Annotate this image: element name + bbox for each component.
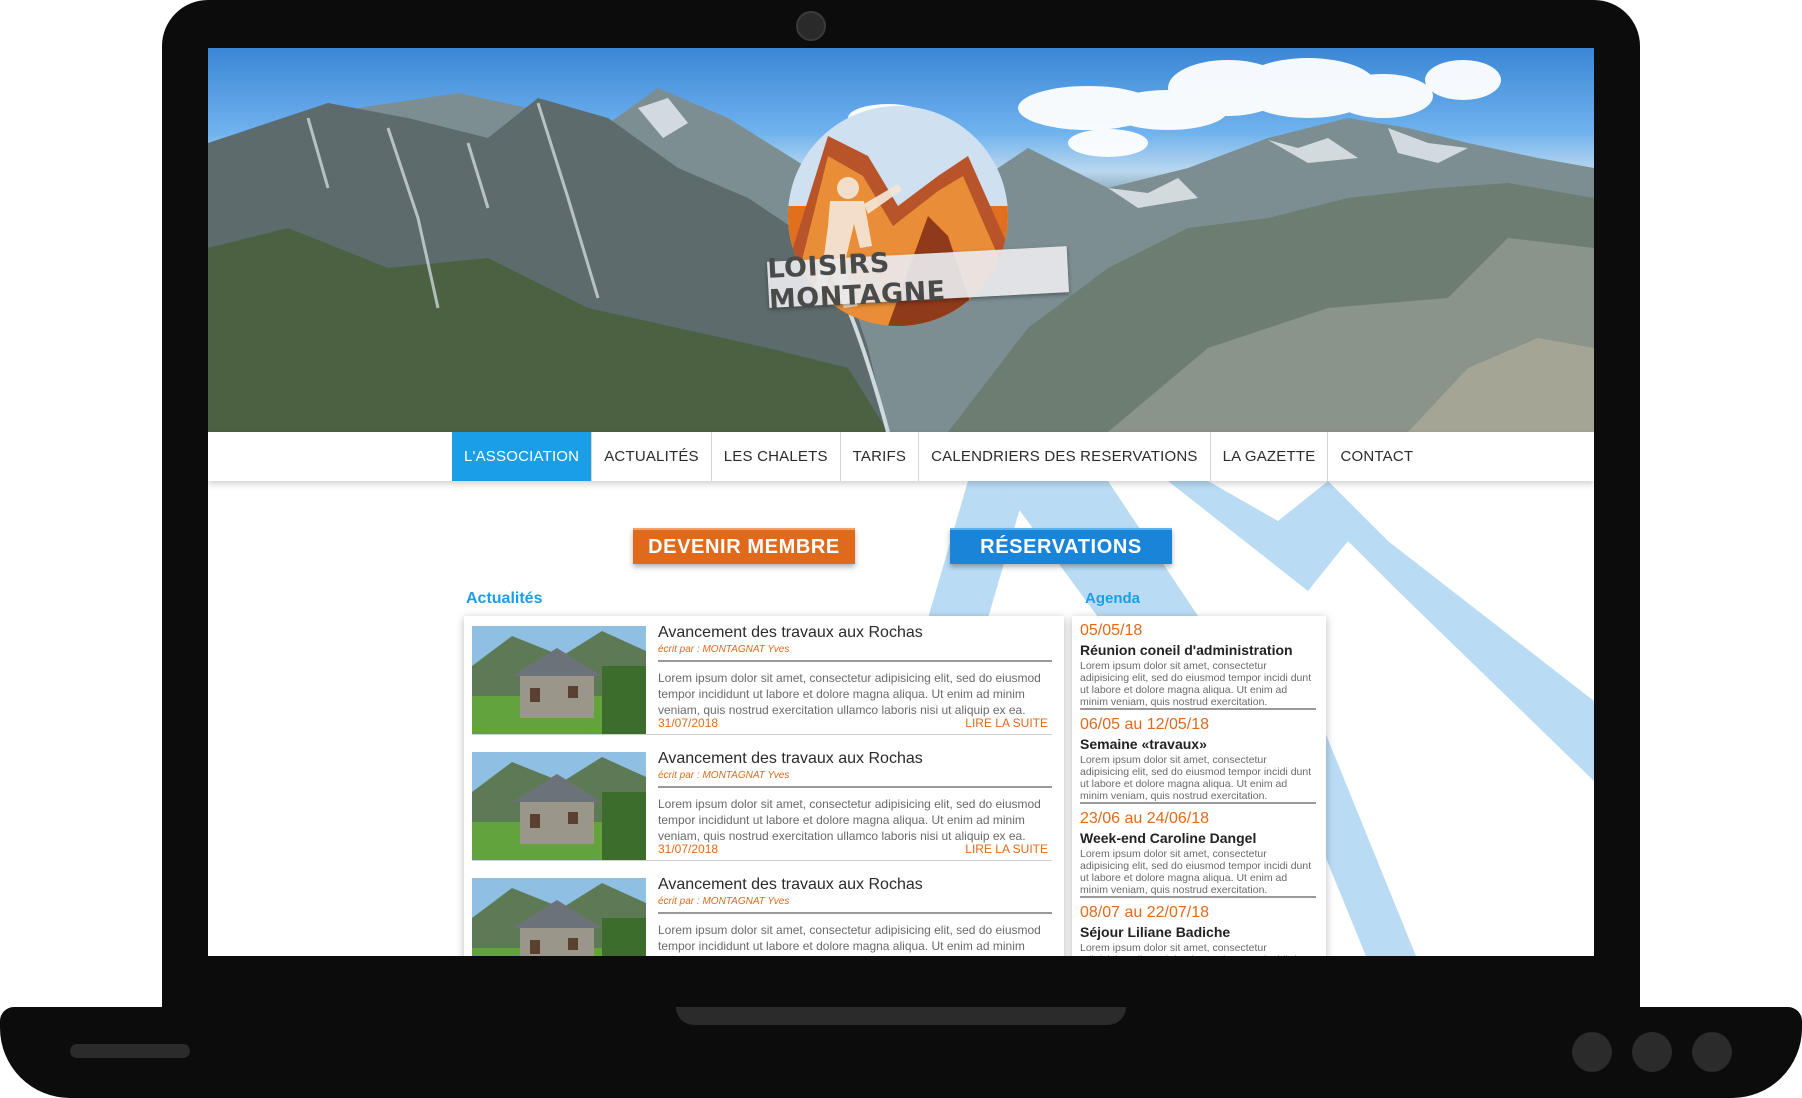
main-navigation: L'ASSOCIATION ACTUALITÉS LES CHALETS TAR… [208,432,1594,481]
agenda-item[interactable]: 23/06 au 24/06/18 Week-end Caroline Dang… [1080,810,1316,898]
nav-item-actualites[interactable]: ACTUALITÉS [592,432,712,481]
news-title[interactable]: Avancement des travaux aux Rochas [658,876,923,894]
news-panel: Avancement des travaux aux Rochas écrit … [464,616,1064,956]
read-more-link[interactable]: LIRE LA SUITE [965,842,1048,856]
nav-item-chalets[interactable]: LES CHALETS [712,432,841,481]
agenda-date: 08/07 au 22/07/18 [1080,904,1210,921]
agenda-description: Lorem ipsum dolor sit amet, consectetur … [1080,848,1312,896]
chalet-thumbnail[interactable] [472,752,646,860]
news-excerpt: Lorem ipsum dolor sit amet, consectetur … [658,923,1041,953]
nav-item-association[interactable]: L'ASSOCIATION [452,432,593,481]
agenda-item[interactable]: 08/07 au 22/07/18 Séjour Liliane Badiche… [1080,904,1316,956]
news-title[interactable]: Avancement des travaux aux Rochas [658,750,923,768]
chalet-thumbnail[interactable] [472,878,646,956]
become-member-button[interactable]: DEVENIR MEMBRE [633,528,855,564]
chalet-image [472,878,646,956]
divider [658,912,1052,914]
news-author: écrit par : MONTAGNAT Yves [658,896,790,907]
agenda-date: 23/06 au 24/06/18 [1080,810,1210,827]
news-date: 31/07/2018 [658,716,719,730]
nav-menu: L'ASSOCIATION ACTUALITÉS LES CHALETS TAR… [452,432,1425,481]
laptop-slot [70,1044,190,1058]
chalet-image [472,626,646,734]
agenda-title[interactable]: Week-end Caroline Dangel [1080,830,1256,846]
hero-banner: LOISIRS MONTAGNE [208,48,1594,432]
divider [658,786,1052,788]
logo-banner: LOISIRS MONTAGNE [767,246,1069,316]
nav-item-contact[interactable]: CONTACT [1328,432,1425,481]
agenda-date: 05/05/18 [1080,622,1143,639]
agenda-panel: 05/05/18 Réunion coneil d'administration… [1072,616,1326,956]
news-author: écrit par : MONTAGNAT Yves [658,644,790,655]
agenda-date: 06/05 au 12/05/18 [1080,716,1210,733]
hiker-logo-icon [788,106,1008,326]
chalet-thumbnail[interactable] [472,626,646,734]
divider [658,660,1052,662]
agenda-section-title: Agenda [1085,590,1141,607]
nav-item-gazette[interactable]: LA GAZETTE [1211,432,1329,481]
laptop-port [1632,1032,1672,1072]
chalet-image [472,752,646,860]
agenda-item[interactable]: 05/05/18 Réunion coneil d'administration… [1080,622,1316,710]
site-logo[interactable]: LOISIRS MONTAGNE [767,96,1069,396]
reservations-button[interactable]: RÉSERVATIONS [950,528,1172,564]
news-author: écrit par : MONTAGNAT Yves [658,770,790,781]
agenda-title[interactable]: Réunion coneil d'administration [1080,642,1293,658]
news-excerpt: Lorem ipsum dolor sit amet, consectetur … [658,671,1041,717]
website-screen: LOISIRS MONTAGNE L'ASSOCIATION ACTUALITÉ… [208,48,1594,956]
news-date: 31/07/2018 [658,842,719,856]
laptop-port [1692,1032,1732,1072]
agenda-title[interactable]: Séjour Liliane Badiche [1080,924,1230,940]
news-section-title: Actualités [466,590,543,607]
news-item[interactable]: Avancement des travaux aux Rochas écrit … [472,868,1052,956]
nav-item-calendriers[interactable]: CALENDRIERS DES RESERVATIONS [919,432,1211,481]
laptop-port [1572,1032,1612,1072]
agenda-title[interactable]: Semaine «travaux» [1080,736,1207,752]
news-excerpt: Lorem ipsum dolor sit amet, consectetur … [658,797,1041,843]
news-title[interactable]: Avancement des travaux aux Rochas [658,624,923,642]
agenda-description: Lorem ipsum dolor sit amet, consectetur … [1080,942,1311,956]
agenda-description: Lorem ipsum dolor sit amet, consectetur … [1080,660,1312,708]
read-more-link[interactable]: LIRE LA SUITE [965,716,1048,730]
camera-icon [796,11,826,41]
news-item[interactable]: Avancement des travaux aux Rochas écrit … [472,616,1052,735]
nav-item-tarifs[interactable]: TARIFS [841,432,920,481]
laptop-hinge [676,1007,1126,1025]
agenda-description: Lorem ipsum dolor sit amet, consectetur … [1080,754,1312,802]
news-item[interactable]: Avancement des travaux aux Rochas écrit … [472,742,1052,861]
agenda-item[interactable]: 06/05 au 12/05/18 Semaine «travaux» Lore… [1080,716,1316,804]
